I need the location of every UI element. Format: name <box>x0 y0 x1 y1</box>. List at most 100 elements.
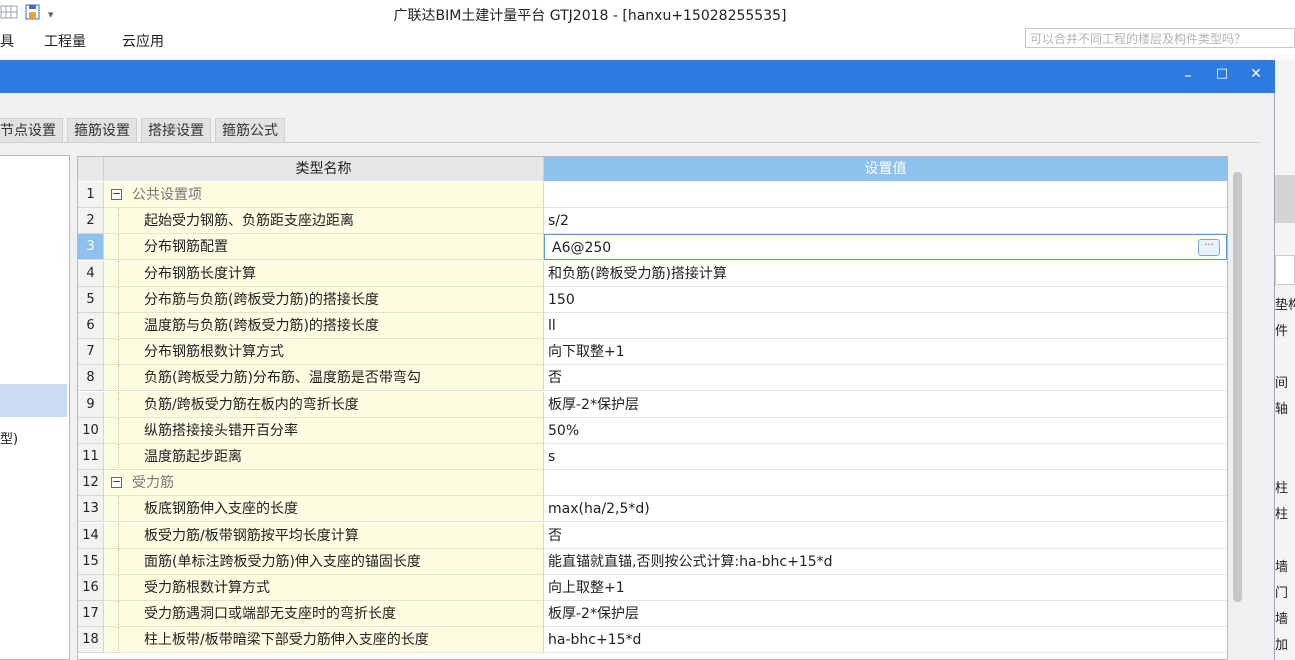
setting-name[interactable]: 负筋/跨板受力筋在板内的弯折长度 <box>104 391 544 418</box>
setting-name[interactable]: 受力筋根数计算方式 <box>104 575 544 601</box>
row-number[interactable]: 2 <box>78 208 104 235</box>
table-row[interactable]: 12− 受力筋 <box>78 470 1227 497</box>
table-row[interactable]: 18 柱上板带/板带暗梁下部受力筋伸入支座的长度 ha-bhc+15*d <box>78 627 1227 654</box>
setting-name[interactable]: 分布钢筋配置 <box>104 234 544 261</box>
row-number[interactable]: 6 <box>78 313 104 339</box>
grid-header-value[interactable]: 设置值 <box>544 157 1227 181</box>
setting-name[interactable]: 柱上板带/板带暗梁下部受力筋伸入支座的长度 <box>104 627 544 654</box>
grid-header-rownum <box>78 157 104 181</box>
row-number[interactable]: 8 <box>78 365 104 392</box>
background-text: 轴 <box>1275 402 1289 417</box>
setting-name[interactable]: 分布钢筋根数计算方式 <box>104 339 544 366</box>
setting-value-text: 150 <box>548 291 575 308</box>
setting-name[interactable]: 温度筋与负筋(跨板受力筋)的搭接长度 <box>104 313 544 339</box>
row-number[interactable]: 9 <box>78 391 104 418</box>
setting-name[interactable]: 起始受力钢筋、负筋距支座边距离 <box>104 208 544 235</box>
table-row[interactable]: 11 温度筋起步距离 s <box>78 444 1227 470</box>
tab-node-settings[interactable]: 节点设置 <box>0 118 63 142</box>
maximize-button[interactable]: □ <box>1212 66 1232 81</box>
setting-value[interactable]: 和负筋(跨板受力筋)搭接计算 <box>544 260 1227 287</box>
row-number[interactable]: 5 <box>78 286 104 313</box>
row-number[interactable]: 7 <box>78 339 104 366</box>
background-input-box <box>1275 255 1295 285</box>
table-row[interactable]: 10 纵筋搭接接头错开百分率 50% <box>78 417 1227 444</box>
setting-value[interactable] <box>544 182 1227 208</box>
menu-item-tools[interactable]: 具 <box>0 31 14 51</box>
table-row[interactable]: 14 板受力筋/板带钢筋按平均长度计算 否 <box>78 522 1227 549</box>
menu-item-quantities[interactable]: 工程量 <box>44 31 86 51</box>
table-row[interactable]: 16 受力筋根数计算方式 向上取整+1 <box>78 575 1227 601</box>
table-row[interactable]: 3 分布钢筋配置 A6@250 ··· <box>78 234 1227 261</box>
setting-name[interactable]: 分布筋与负筋(跨板受力筋)的搭接长度 <box>104 286 544 313</box>
dialog-title-bar[interactable] <box>0 60 1275 93</box>
row-number[interactable]: 15 <box>78 548 104 575</box>
grid-header-name[interactable]: 类型名称 <box>104 157 544 181</box>
collapse-icon[interactable]: − <box>111 476 122 489</box>
background-text: 墙 <box>1275 560 1289 575</box>
row-number[interactable]: 1 <box>78 182 104 208</box>
table-row[interactable]: 17 受力筋遇洞口或端部无支座时的弯折长度 板厚-2*保护层 <box>78 601 1227 628</box>
collapse-icon[interactable]: − <box>111 188 122 200</box>
table-row[interactable]: 13 板底钢筋伸入支座的长度 max(ha/2,5*d) <box>78 496 1227 523</box>
row-number[interactable]: 13 <box>78 496 104 523</box>
grid-scrollbar-thumb[interactable] <box>1233 172 1242 602</box>
setting-value[interactable]: 150 <box>544 286 1227 313</box>
row-number[interactable]: 11 <box>78 444 104 470</box>
setting-value-editor[interactable]: A6@250 ··· <box>544 234 1227 261</box>
setting-name[interactable]: 受力筋遇洞口或端部无支座时的弯折长度 <box>104 601 544 628</box>
table-row[interactable]: 4 分布钢筋长度计算 和负筋(跨板受力筋)搭接计算 <box>78 260 1227 287</box>
setting-value[interactable] <box>544 470 1227 497</box>
setting-value[interactable]: s/2 <box>544 208 1227 235</box>
setting-name[interactable]: 板受力筋/板带钢筋按平均长度计算 <box>104 522 544 549</box>
table-row[interactable]: 6 温度筋与负筋(跨板受力筋)的搭接长度 ll <box>78 313 1227 339</box>
tab-stirrup-settings[interactable]: 箍筋设置 <box>67 118 137 142</box>
table-row[interactable]: 5 分布筋与负筋(跨板受力筋)的搭接长度 150 <box>78 286 1227 313</box>
setting-value[interactable]: 否 <box>544 522 1227 549</box>
row-number[interactable]: 10 <box>78 417 104 444</box>
setting-value[interactable]: 板厚-2*保护层 <box>544 391 1227 418</box>
setting-value[interactable]: ha-bhc+15*d <box>544 627 1227 654</box>
close-button[interactable]: ✕ <box>1246 66 1266 82</box>
setting-name[interactable]: 分布钢筋长度计算 <box>104 260 544 287</box>
settings-tabs: 节点设置 箍筋设置 搭接设置 箍筋公式 <box>0 118 285 142</box>
setting-value[interactable]: ll <box>544 313 1227 339</box>
tab-stirrup-formula[interactable]: 箍筋公式 <box>215 118 285 142</box>
setting-name[interactable]: 纵筋搭接接头错开百分率 <box>104 417 544 444</box>
setting-value[interactable]: max(ha/2,5*d) <box>544 496 1227 523</box>
table-row[interactable]: 1− 公共设置项 <box>78 182 1227 208</box>
tab-lap-settings[interactable]: 搭接设置 <box>141 118 211 142</box>
row-number[interactable]: 18 <box>78 627 104 654</box>
group-row-name[interactable]: − 受力筋 <box>104 470 544 497</box>
row-number[interactable]: 3 <box>78 234 104 261</box>
ellipsis-button[interactable]: ··· <box>1198 239 1220 257</box>
setting-name-text: 纵筋搭接接头错开百分率 <box>144 422 298 439</box>
tree-item-selected[interactable] <box>0 384 67 417</box>
table-row[interactable]: 9 负筋/跨板受力筋在板内的弯折长度 板厚-2*保护层 <box>78 391 1227 418</box>
tree-guide-line <box>118 444 120 469</box>
row-number[interactable]: 17 <box>78 601 104 628</box>
row-number[interactable]: 14 <box>78 522 104 549</box>
row-number[interactable]: 12 <box>78 470 104 497</box>
table-row[interactable]: 8 负筋(跨板受力筋)分布筋、温度筋是否带弯勾 否 <box>78 365 1227 392</box>
setting-name[interactable]: 负筋(跨板受力筋)分布筋、温度筋是否带弯勾 <box>104 365 544 392</box>
setting-value[interactable]: s <box>544 444 1227 470</box>
table-row[interactable]: 7 分布钢筋根数计算方式 向下取整+1 <box>78 339 1227 366</box>
group-row-name[interactable]: − 公共设置项 <box>104 182 544 208</box>
setting-value[interactable]: 能直锚就直锚,否则按公式计算:ha-bhc+15*d <box>544 548 1227 575</box>
help-search-input[interactable]: 可以合并不同工程的楼层及构件类型吗？ <box>1025 28 1295 48</box>
tree-item-label[interactable]: 型) <box>0 428 18 447</box>
setting-value[interactable]: 板厚-2*保护层 <box>544 601 1227 628</box>
row-number[interactable]: 16 <box>78 575 104 601</box>
row-number[interactable]: 4 <box>78 260 104 287</box>
setting-value[interactable]: 向下取整+1 <box>544 339 1227 366</box>
setting-name[interactable]: 面筋(单标注跨板受力筋)伸入支座的锚固长度 <box>104 548 544 575</box>
setting-name[interactable]: 板底钢筋伸入支座的长度 <box>104 496 544 523</box>
table-row[interactable]: 2 起始受力钢筋、负筋距支座边距离 s/2 <box>78 208 1227 235</box>
setting-value[interactable]: 50% <box>544 417 1227 444</box>
menu-item-cloud[interactable]: 云应用 <box>122 31 164 51</box>
setting-value[interactable]: 向上取整+1 <box>544 575 1227 601</box>
minimize-button[interactable]: – <box>1178 66 1198 84</box>
table-row[interactable]: 15 面筋(单标注跨板受力筋)伸入支座的锚固长度 能直锚就直锚,否则按公式计算:ha… <box>78 548 1227 575</box>
setting-value[interactable]: 否 <box>544 365 1227 392</box>
setting-name[interactable]: 温度筋起步距离 <box>104 444 544 470</box>
